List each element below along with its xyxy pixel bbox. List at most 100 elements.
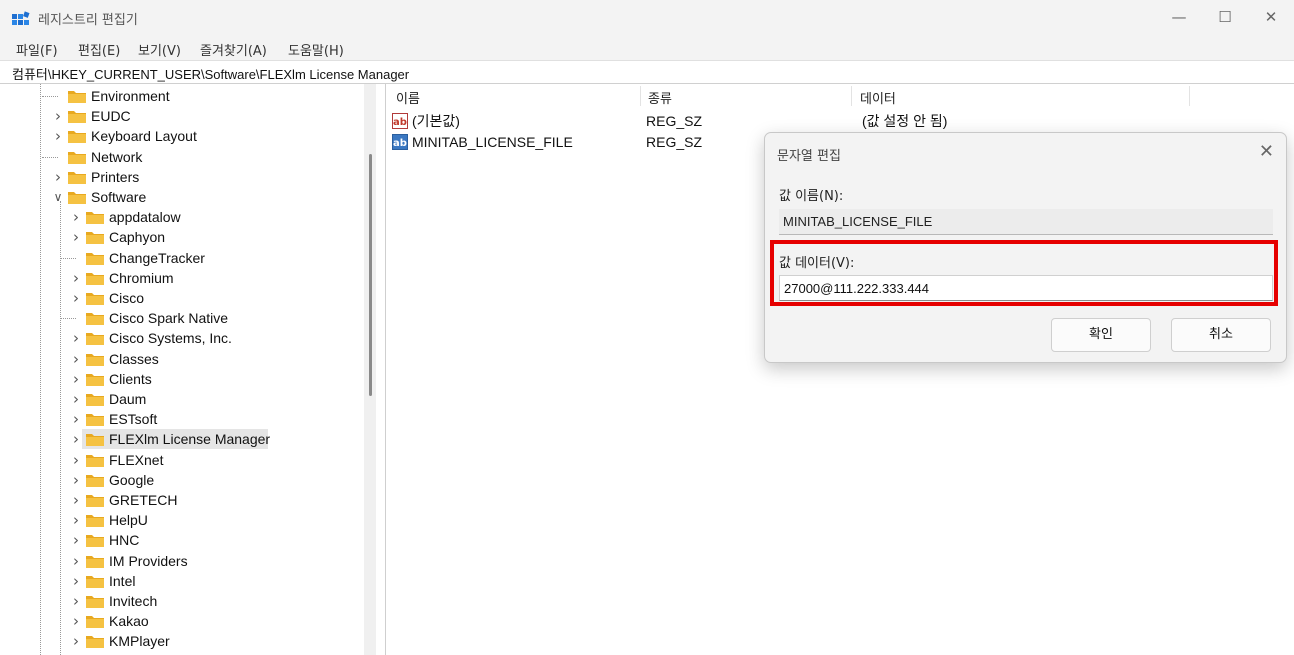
tree-item[interactable]: › HelpU bbox=[0, 510, 364, 530]
tree-item[interactable]: › FLEXnet bbox=[0, 450, 364, 470]
chevron-right-icon[interactable]: › bbox=[70, 450, 82, 470]
menu-edit[interactable]: 편집(E) bbox=[78, 40, 120, 59]
tree-item[interactable]: › Cisco bbox=[0, 288, 364, 308]
tree-item[interactable]: › ESTsoft bbox=[0, 409, 364, 429]
tree-item[interactable]: Network bbox=[0, 147, 364, 167]
chevron-right-icon[interactable]: › bbox=[52, 126, 64, 146]
tree-item-label: Google bbox=[109, 471, 155, 488]
tree-item[interactable]: ChangeTracker bbox=[0, 248, 364, 268]
tree-scroll-thumb[interactable] bbox=[369, 154, 372, 396]
pane-splitter[interactable] bbox=[385, 84, 386, 655]
chevron-right-icon[interactable]: › bbox=[70, 551, 82, 571]
chevron-right-icon[interactable]: › bbox=[70, 510, 82, 530]
tree-item[interactable]: ∨ Software bbox=[0, 187, 364, 207]
chevron-right-icon[interactable]: › bbox=[70, 288, 82, 308]
chevron-down-icon[interactable]: ∨ bbox=[52, 187, 64, 207]
chevron-right-icon[interactable]: › bbox=[70, 490, 82, 510]
chevron-right-icon[interactable]: › bbox=[70, 328, 82, 348]
tree-item-label: FLEXnet bbox=[109, 451, 164, 468]
folder-icon bbox=[86, 636, 104, 649]
chevron-right-icon[interactable]: › bbox=[70, 409, 82, 429]
column-type[interactable]: 종류 bbox=[648, 88, 672, 107]
tree-item-label: ESTsoft bbox=[109, 411, 158, 428]
tree-item[interactable]: › Cisco Systems, Inc. bbox=[0, 328, 364, 348]
chevron-right-icon[interactable]: › bbox=[70, 207, 82, 227]
highlight-annotation bbox=[770, 240, 1278, 306]
chevron-right-icon[interactable]: › bbox=[70, 268, 82, 288]
tree-item[interactable]: › IM Providers bbox=[0, 551, 364, 571]
tree-item[interactable]: › FLEXlm License Manager bbox=[0, 429, 364, 449]
column-separator[interactable] bbox=[640, 86, 641, 106]
folder-icon bbox=[86, 272, 104, 285]
column-separator[interactable] bbox=[851, 86, 852, 106]
dialog-close-button[interactable]: ✕ bbox=[1259, 141, 1274, 162]
tree-item-label: Environment bbox=[91, 88, 170, 104]
chevron-right-icon[interactable]: › bbox=[70, 369, 82, 389]
maximize-button[interactable]: ☐ bbox=[1202, 0, 1248, 36]
chevron-right-icon[interactable]: › bbox=[70, 611, 82, 631]
tree-item-label: Software bbox=[91, 189, 147, 205]
tree-item[interactable]: › Caphyon bbox=[0, 227, 364, 247]
tree-guide-line bbox=[42, 96, 58, 97]
tree-item[interactable]: › Google bbox=[0, 470, 364, 490]
tree-item[interactable]: › Keyboard Layout bbox=[0, 126, 364, 146]
close-button[interactable]: ✕ bbox=[1248, 0, 1294, 36]
cancel-button[interactable]: 취소 bbox=[1171, 318, 1271, 352]
tree-item-label: Invitech bbox=[109, 593, 158, 609]
chevron-right-icon[interactable]: › bbox=[70, 429, 82, 449]
chevron-right-icon[interactable]: › bbox=[70, 571, 82, 591]
column-data[interactable]: 데이터 bbox=[860, 88, 896, 107]
tree-item[interactable]: Cisco Spark Native bbox=[0, 308, 364, 328]
tree-scrollbar[interactable] bbox=[364, 84, 376, 655]
svg-text:ab: ab bbox=[393, 117, 407, 128]
column-separator[interactable] bbox=[1189, 86, 1190, 106]
menu-help[interactable]: 도움말(H) bbox=[288, 40, 344, 59]
key-tree[interactable]: Environment › EUDC › Keyboard Layout Network ›… bbox=[0, 84, 376, 655]
tree-item[interactable]: › EUDC bbox=[0, 106, 364, 126]
menu-view[interactable]: 보기(V) bbox=[138, 40, 181, 59]
tree-item-label: Intel bbox=[109, 572, 136, 589]
tree-item[interactable]: › appdatalow bbox=[0, 207, 364, 227]
ok-button[interactable]: 확인 bbox=[1051, 318, 1151, 352]
address-bar[interactable]: 컴퓨터\HKEY_CURRENT_USER\Software\FLEXlm Li… bbox=[0, 60, 1294, 84]
tree-item[interactable]: › Chromium bbox=[0, 268, 364, 288]
tree-item[interactable]: › Kakao bbox=[0, 611, 364, 631]
folder-icon bbox=[86, 293, 104, 305]
menu-favorites[interactable]: 즐겨찾기(A) bbox=[200, 40, 267, 59]
tree-item[interactable]: › KMPlayer bbox=[0, 631, 364, 651]
chevron-right-icon[interactable]: › bbox=[70, 227, 82, 247]
registry-editor-icon bbox=[12, 11, 30, 25]
chevron-right-icon[interactable]: › bbox=[70, 389, 82, 409]
string-value-icon: ab bbox=[392, 113, 408, 129]
chevron-right-icon[interactable]: › bbox=[70, 530, 82, 550]
svg-text:ab: ab bbox=[393, 138, 407, 149]
chevron-right-icon[interactable]: › bbox=[70, 631, 82, 651]
tree-item-label: Cisco Systems, Inc. bbox=[109, 330, 232, 347]
chevron-right-icon[interactable]: › bbox=[52, 167, 64, 187]
chevron-right-icon[interactable]: › bbox=[70, 470, 82, 490]
chevron-right-icon[interactable]: › bbox=[70, 591, 82, 611]
tree-guide-line bbox=[60, 318, 76, 320]
tree-item[interactable]: Environment bbox=[0, 86, 364, 106]
address-path[interactable]: 컴퓨터\HKEY_CURRENT_USER\Software\FLEXlm Li… bbox=[12, 64, 409, 83]
menu-file[interactable]: 파일(F) bbox=[16, 40, 58, 59]
tree-item[interactable]: › GRETECH bbox=[0, 490, 364, 510]
tree-item[interactable]: › Classes bbox=[0, 349, 364, 369]
chevron-right-icon[interactable]: › bbox=[52, 106, 64, 126]
tree-item[interactable]: › Printers bbox=[0, 167, 364, 187]
tree-item-label: Network bbox=[91, 148, 143, 165]
tree-item[interactable]: › HNC bbox=[0, 530, 364, 550]
minimize-button[interactable]: — bbox=[1156, 0, 1202, 36]
column-name[interactable]: 이름 bbox=[396, 88, 420, 107]
tree-item[interactable]: › Clients bbox=[0, 369, 364, 389]
tree-item-label: Keyboard Layout bbox=[91, 128, 197, 145]
window-title: 레지스트리 편집기 bbox=[38, 13, 138, 28]
value-name-label: 값 이름(N): bbox=[779, 189, 844, 204]
tree-item-label: Cisco Spark Native bbox=[109, 310, 229, 327]
minimize-icon: — bbox=[1171, 8, 1187, 26]
tree-item[interactable]: › Intel bbox=[0, 571, 364, 591]
chevron-right-icon[interactable]: › bbox=[70, 349, 82, 369]
tree-item[interactable]: › Daum bbox=[0, 389, 364, 409]
tree-item[interactable]: › Invitech bbox=[0, 591, 364, 611]
folder-icon bbox=[68, 111, 86, 124]
